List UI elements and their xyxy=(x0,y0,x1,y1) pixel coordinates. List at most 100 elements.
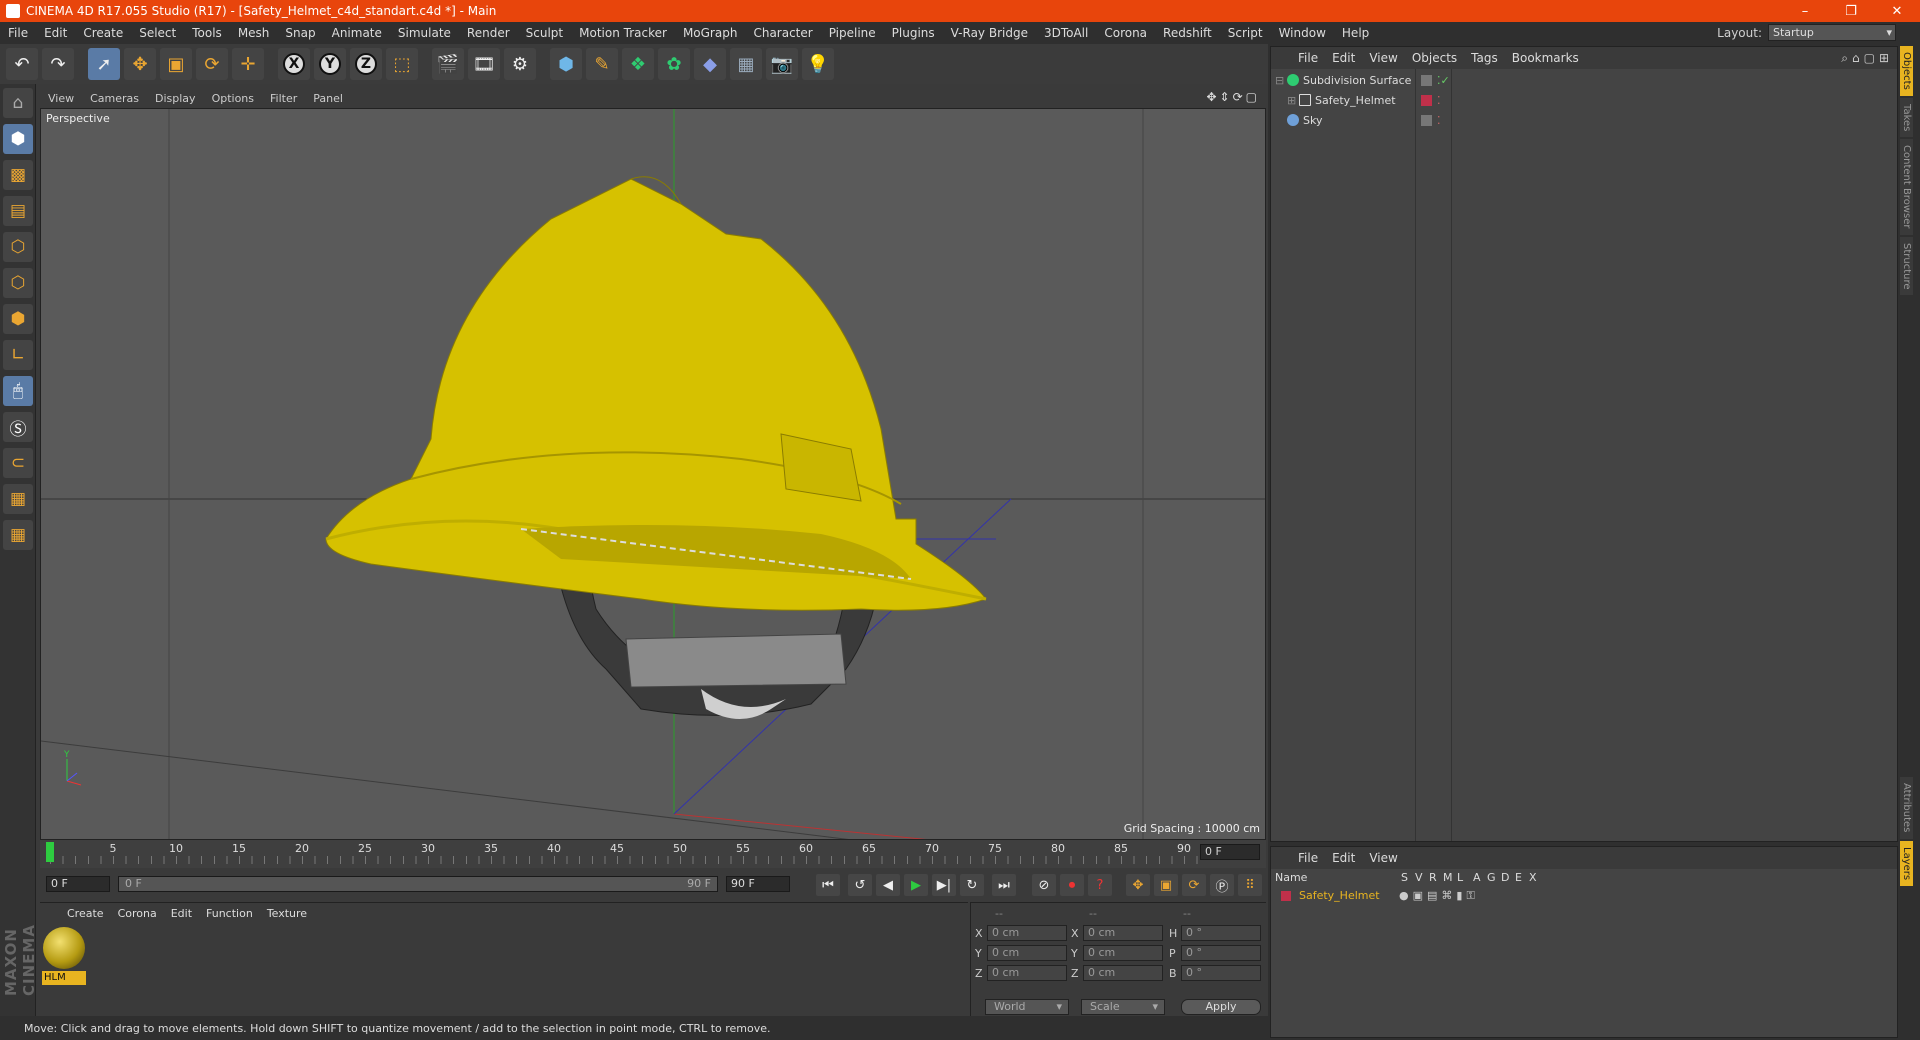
menu-mograph[interactable]: MoGraph xyxy=(675,26,746,40)
menu-edit[interactable]: Edit xyxy=(36,26,75,40)
visibility-dots-icon[interactable]: ⁚ xyxy=(1437,94,1441,107)
planar-workplane-icon[interactable]: ▦ xyxy=(3,520,33,550)
menu-simulate[interactable]: Simulate xyxy=(390,26,459,40)
viewport-menu-cameras[interactable]: Cameras xyxy=(82,92,147,105)
object-manager-tool-icons[interactable]: ⌕⌂▢⊞ xyxy=(1841,51,1893,66)
key-scale-icon[interactable]: ▣ xyxy=(1154,874,1178,896)
solo-mode-icon[interactable]: Ⓢ xyxy=(3,412,33,442)
key-pla-icon[interactable]: ⠿ xyxy=(1238,874,1262,896)
visibility-dots-icon[interactable]: ⁚ xyxy=(1437,114,1441,127)
material-swatch[interactable]: HLM xyxy=(42,927,86,985)
menu-plugins[interactable]: Plugins xyxy=(884,26,943,40)
pen-spline-icon[interactable]: ✎ xyxy=(586,48,618,80)
frame-ruler[interactable]: 0 5 10 15 20 25 30 35 40 45 50 55 60 65 … xyxy=(47,842,1200,866)
position-y-field[interactable]: 0 cm xyxy=(987,945,1067,961)
menu-sculpt[interactable]: Sculpt xyxy=(518,26,571,40)
close-button[interactable]: ✕ xyxy=(1874,0,1920,22)
rotation-b-field[interactable]: 0 ° xyxy=(1181,965,1261,981)
layout-dropdown[interactable]: Startup xyxy=(1768,24,1896,41)
size-x-field[interactable]: 0 cm xyxy=(1083,925,1163,941)
subdivision-generator-icon[interactable]: ❖ xyxy=(622,48,654,80)
move-tool-icon[interactable]: ✥ xyxy=(124,48,156,80)
next-key-icon[interactable]: ↻ xyxy=(960,874,984,896)
menu-redshift[interactable]: Redshift xyxy=(1155,26,1220,40)
go-to-end-icon[interactable]: ⏭ xyxy=(992,874,1016,896)
material-menu-texture[interactable]: Texture xyxy=(260,907,314,920)
viewport-menu-options[interactable]: Options xyxy=(204,92,262,105)
layer-color-swatch[interactable] xyxy=(1281,891,1291,901)
step-back-icon[interactable]: ◀ xyxy=(876,874,900,896)
objects-menu-view[interactable]: View xyxy=(1362,51,1404,65)
viewport-menu-filter[interactable]: Filter xyxy=(262,92,305,105)
menu-window[interactable]: Window xyxy=(1271,26,1334,40)
redo-icon[interactable]: ↷ xyxy=(42,48,74,80)
expand-icon[interactable]: ⊟ xyxy=(1275,74,1284,87)
material-menu-create[interactable]: Create xyxy=(60,907,111,920)
light-icon[interactable]: 💡 xyxy=(802,48,834,80)
objects-menu-edit[interactable]: Edit xyxy=(1325,51,1362,65)
objects-menu-bookmarks[interactable]: Bookmarks xyxy=(1505,51,1586,65)
rotation-h-field[interactable]: 0 ° xyxy=(1181,925,1261,941)
menu-vray-bridge[interactable]: V-Ray Bridge xyxy=(943,26,1036,40)
size-z-field[interactable]: 0 cm xyxy=(1083,965,1163,981)
tweak-mode-icon[interactable]: 🖱 xyxy=(3,376,33,406)
menu-render[interactable]: Render xyxy=(459,26,518,40)
menu-script[interactable]: Script xyxy=(1220,26,1271,40)
menu-snap[interactable]: Snap xyxy=(277,26,323,40)
objects-menu-objects[interactable]: Objects xyxy=(1405,51,1464,65)
undo-icon[interactable]: ↶ xyxy=(6,48,38,80)
timeline-ruler[interactable]: 0 5 10 15 20 25 30 35 40 45 50 55 60 65 … xyxy=(40,840,1266,868)
scale-tool-icon[interactable]: ▣ xyxy=(160,48,192,80)
object-row-safety-helmet[interactable]: ⊞ Safety_Helmet ⁚ xyxy=(1271,91,1897,111)
menu-create[interactable]: Create xyxy=(75,26,131,40)
material-menu-edit[interactable]: Edit xyxy=(164,907,199,920)
tab-structure[interactable]: Structure xyxy=(1900,236,1913,296)
record-keys-icon[interactable]: ⊘ xyxy=(1032,874,1056,896)
tab-takes[interactable]: Takes xyxy=(1900,97,1913,138)
menu-3dtoall[interactable]: 3DToAll xyxy=(1036,26,1096,40)
coordinate-system-icon[interactable]: ⬚ xyxy=(386,48,418,80)
objects-menu-tags[interactable]: Tags xyxy=(1464,51,1505,65)
polygons-mode-icon[interactable]: ⬢ xyxy=(3,304,33,334)
keyframe-selection-icon[interactable]: ? xyxy=(1088,874,1112,896)
layers-menu-edit[interactable]: Edit xyxy=(1325,851,1362,865)
material-menu-corona[interactable]: Corona xyxy=(111,907,164,920)
key-rotation-icon[interactable]: ⟳ xyxy=(1182,874,1206,896)
tab-layers[interactable]: Layers xyxy=(1900,840,1913,886)
menu-mesh[interactable]: Mesh xyxy=(230,26,278,40)
current-frame-field[interactable]: 0 F xyxy=(1200,844,1260,860)
edges-mode-icon[interactable]: ⬡ xyxy=(3,268,33,298)
play-icon[interactable]: ▶ xyxy=(904,874,928,896)
floor-scene-icon[interactable]: ▦ xyxy=(730,48,762,80)
axis-z-button[interactable]: Z xyxy=(350,48,382,80)
expand-icon[interactable]: ⊞ xyxy=(1287,94,1296,107)
go-to-start-icon[interactable]: ⏮ xyxy=(816,874,840,896)
snap-magnet-icon[interactable]: ⊂ xyxy=(3,448,33,478)
menu-select[interactable]: Select xyxy=(131,26,184,40)
viewport-menu-panel[interactable]: Panel xyxy=(305,92,351,105)
menu-character[interactable]: Character xyxy=(745,26,820,40)
apply-button[interactable]: Apply xyxy=(1181,999,1261,1015)
live-selection-icon[interactable]: ✛ xyxy=(232,48,264,80)
make-editable-icon[interactable]: ⌂ xyxy=(3,88,33,118)
objects-menu-file[interactable]: File xyxy=(1291,51,1325,65)
size-y-field[interactable]: 0 cm xyxy=(1083,945,1163,961)
layers-menu-view[interactable]: View xyxy=(1362,851,1404,865)
frame-range-slider[interactable]: 0 F 90 F xyxy=(118,876,718,892)
tab-content-browser[interactable]: Content Browser xyxy=(1900,139,1913,235)
minimize-button[interactable]: – xyxy=(1782,0,1828,22)
end-frame-field[interactable]: 90 F xyxy=(726,876,790,892)
position-z-field[interactable]: 0 cm xyxy=(987,965,1067,981)
object-row-subdivision-surface[interactable]: ⊟ Subdivision Surface ⁚✓ xyxy=(1271,71,1897,91)
render-picture-viewer-icon[interactable]: 🎞 xyxy=(468,48,500,80)
autokey-icon[interactable]: ⏺ xyxy=(1060,874,1084,896)
material-menu-function[interactable]: Function xyxy=(199,907,260,920)
render-settings-icon[interactable]: ⚙ xyxy=(504,48,536,80)
menu-pipeline[interactable]: Pipeline xyxy=(821,26,884,40)
size-mode-dropdown[interactable]: Scale xyxy=(1081,999,1165,1015)
menu-corona[interactable]: Corona xyxy=(1096,26,1155,40)
visibility-dots-icon[interactable]: ⁚✓ xyxy=(1437,74,1450,87)
position-x-field[interactable]: 0 cm xyxy=(987,925,1067,941)
menu-file[interactable]: File xyxy=(0,26,36,40)
texture-mode-icon[interactable]: ▩ xyxy=(3,160,33,190)
